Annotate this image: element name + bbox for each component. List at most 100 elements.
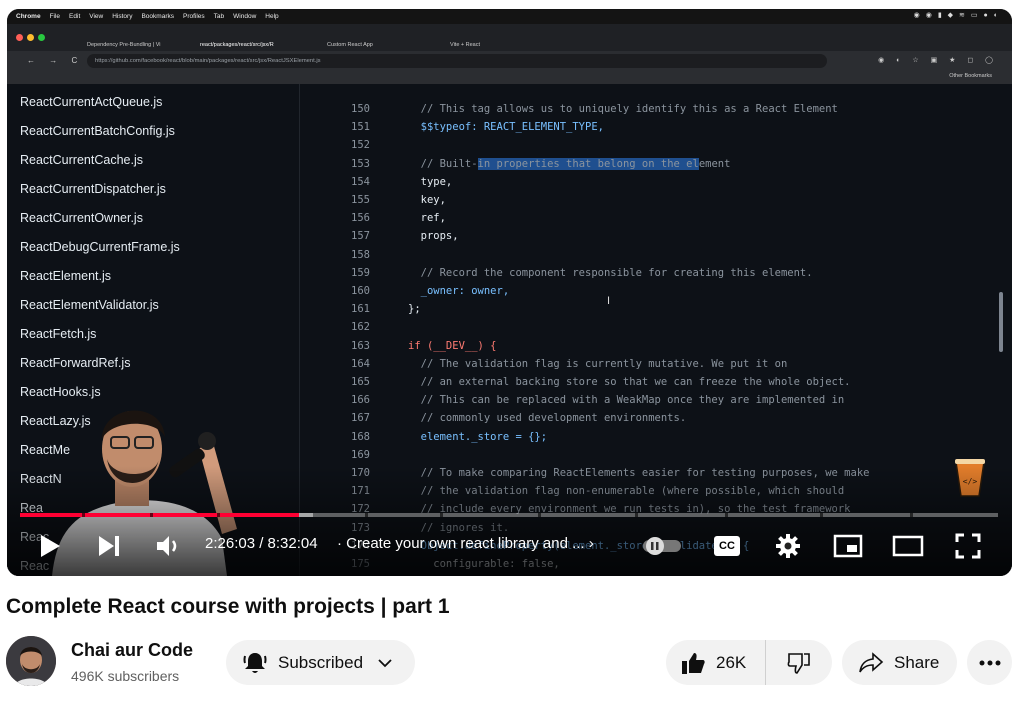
play-icon [41,535,60,557]
recorded-file-item: ReactCurrentDispatcher.js [20,182,166,196]
thumbs-up-icon [682,652,705,674]
recorded-file-item: ReactCurrentOwner.js [20,211,143,225]
recorded-browser-tab: Custom React App [327,42,373,48]
autoplay-toggle[interactable] [641,536,683,556]
recorded-file-item: ReactDebugCurrentFrame.js [20,240,180,254]
volume-button[interactable] [153,532,183,560]
recorded-bookmarks-bar: Other Bookmarks [7,71,1012,84]
recorded-file-item: ReactElement.js [20,269,112,283]
settings-button[interactable] [773,532,803,560]
line-number: 160 [351,285,370,297]
recorded-browser-tabstrip: Dependency Pre-Bundling | Vi react/packag… [7,24,1012,51]
code-text: // Built-in properties that belong on th… [408,157,731,170]
recorded-browser-tab: react/packages/react/src/jsx/R [200,42,274,48]
code-text: props, [408,230,459,243]
next-button[interactable] [94,532,124,560]
recorded-file-item: ReactCurrentActQueue.js [20,95,163,109]
code-text: type, [408,175,453,188]
recorded-file-item: ReactElementValidator.js [20,298,159,312]
gear-icon [776,534,800,558]
line-number: 168 [351,430,370,443]
channel-avatar[interactable] [6,636,56,686]
next-icon [99,536,119,556]
channel-name[interactable]: Chai aur Code [71,640,193,661]
line-number: 153 [351,157,370,170]
code-text: _owner: owner, [408,285,510,297]
theater-icon [892,535,924,557]
volume-icon [157,536,177,556]
recorded-menu-item: History [112,13,133,20]
time-readout: 2:26:03 / 8:32:04 [205,535,318,552]
code-text: // an external backing store so that we … [408,376,851,388]
recorded-file-item: ReactCurrentCache.js [20,153,143,167]
line-number: 156 [351,212,370,225]
subscriber-count: 496K subscribers [71,668,180,684]
play-button[interactable] [35,532,65,560]
recorded-menu-item: Edit [69,13,81,20]
bell-icon [243,652,267,673]
recorded-address-bar: ← → C https://github.com/facebook/react/… [7,51,1012,71]
theater-button[interactable] [891,532,925,560]
line-number: 167 [351,412,370,425]
avatar-image [6,636,56,686]
line-number: 158 [351,248,370,261]
line-number: 163 [351,339,370,352]
recorded-file-item: ReactFetch.js [20,327,97,341]
recorded-menu-item: Chrome [16,13,41,20]
fullscreen-button[interactable] [953,532,983,560]
fullscreen-icon [955,533,981,559]
progress-bar[interactable] [20,513,998,517]
dislike-button[interactable] [766,640,832,685]
line-number: 155 [351,194,370,206]
recorded-url: https://github.com/facebook/react/blob/m… [87,54,827,68]
like-button[interactable]: 26K [666,640,766,685]
line-number: 157 [351,230,370,243]
share-icon [859,651,884,672]
recorded-menu-item: View [89,13,104,20]
recorded-browser-tab: Vite + React [450,42,481,48]
line-number: 150 [351,103,370,115]
line-number: 164 [351,357,370,370]
chevron-down-icon [378,658,392,667]
code-text: ref, [408,212,446,225]
recorded-menu-item: File [49,13,61,20]
line-number: 162 [351,321,370,334]
thumbs-down-icon [787,652,810,674]
recorded-file-item: ReactCurrentBatchConfig.js [20,124,175,138]
code-text: if (__DEV__) { [408,339,497,352]
line-number: 165 [351,376,370,388]
text-cursor-icon: I [607,295,611,307]
subscribed-button[interactable]: Subscribed [226,640,415,685]
code-text: // This tag allows us to uniquely identi… [408,103,838,115]
code-text: }; [408,303,421,316]
recorded-menu-item: Window [233,13,257,20]
more-actions-button[interactable] [967,640,1012,685]
chevron-right-icon: › [584,535,594,552]
recorded-file-item: ReactForwardRef.js [20,356,131,370]
code-text: key, [408,194,446,206]
video-title: Complete React course with projects | pa… [6,595,450,618]
line-number: 159 [351,266,370,279]
share-label: Share [894,652,940,672]
share-button[interactable]: Share [842,640,957,685]
subscribed-label: Subscribed [278,652,364,672]
video-player[interactable]: Chrome File Edit View History Bookmarks Profil… [7,9,1012,576]
code-text: element._store = {}; [408,430,548,443]
recorded-menu-item: Profiles [182,13,205,20]
recorded-mac-menubar: Chrome File Edit View History Bookmarks Profil… [7,9,1012,24]
recorded-menu-item: Bookmarks [141,13,174,20]
captions-button[interactable]: CC [712,534,742,558]
line-number: 169 [351,448,370,461]
recorded-browser-tab: Dependency Pre-Bundling | Vi [87,42,161,48]
line-number: 161 [351,303,370,316]
code-text: // The validation flag is currently muta… [408,357,788,370]
like-dislike-group: 26K [666,640,832,685]
more-horizontal-icon [979,660,1000,665]
line-number: 152 [351,139,370,152]
recorded-menu-item: Help [265,13,279,20]
chapter-title[interactable]: · Create your own react library and ... … [337,535,594,552]
line-number: 151 [351,121,370,134]
recorded-status-icons: ◉◉▮◆≋▭●◐ [913,12,1004,19]
miniplayer-button[interactable] [832,532,864,560]
code-text: // commonly used development environment… [408,412,687,425]
